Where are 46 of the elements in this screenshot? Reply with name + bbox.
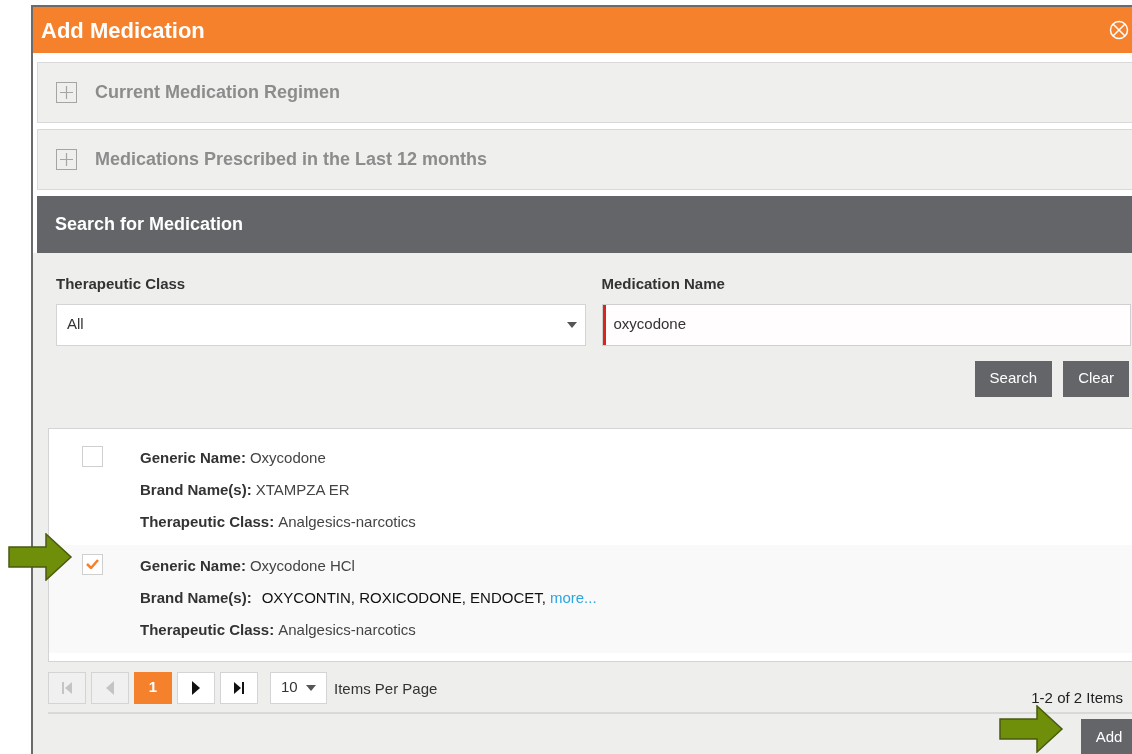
- close-icon[interactable]: [1109, 20, 1129, 40]
- result-value: Oxycodone: [249, 448, 326, 469]
- pointer-arrow-icon: [998, 705, 1064, 753]
- result-value: XTAMPZA ER: [255, 480, 350, 501]
- select-field[interactable]: All: [56, 303, 586, 346]
- pager-button[interactable]: [177, 671, 215, 704]
- last-page-icon: [234, 681, 244, 694]
- result-value: Analgesics-narcotics: [278, 512, 416, 533]
- search-form-button[interactable]: Clear: [1063, 360, 1129, 397]
- dropdown-caret-icon: [306, 684, 316, 691]
- result-label: Therapeutic Class:: [140, 512, 275, 533]
- check-icon: [86, 559, 99, 569]
- accordion-title: Current Medication Regimen: [95, 81, 341, 104]
- result-label: Brand Name(s):: [140, 480, 252, 501]
- dropdown-caret-icon: [566, 321, 577, 328]
- item-count: 1-2 of 2 Items: [1031, 688, 1123, 708]
- plus-box-icon: [56, 82, 77, 103]
- select-value: All: [67, 314, 84, 335]
- field-label: Therapeutic Class: [56, 274, 187, 294]
- page-size-select[interactable]: 10: [270, 671, 327, 704]
- plus-box-icon: [56, 149, 77, 170]
- result-label: Therapeutic Class:: [140, 620, 275, 641]
- pager-button[interactable]: [220, 671, 258, 704]
- next-page-icon: [192, 680, 200, 695]
- page-size-label: Items Per Page: [334, 678, 438, 699]
- pointer-arrow-icon: [7, 533, 73, 581]
- result-label: Generic Name:: [140, 556, 246, 577]
- result-value: OXYCONTIN, ROXICODONE, ENDOCET,: [261, 588, 546, 609]
- dialog-title: Add Medication: [41, 16, 205, 45]
- result-value: Oxycodone HCl: [249, 556, 355, 577]
- text-field[interactable]: oxycodone: [601, 303, 1131, 346]
- first-page-icon: [62, 681, 72, 694]
- result-label: Generic Name:: [140, 448, 246, 469]
- checkbox[interactable]: [82, 553, 103, 575]
- result-label: Brand Name(s):: [140, 588, 252, 609]
- section-title: Search for Medication: [55, 213, 244, 236]
- previous-page-icon: [106, 680, 114, 695]
- result-row[interactable]: Generic Name: Oxycodone HCl Brand Name(s): OXYCONTIN, ROXICODONE, ENDOCET, more... Therapeutic Class: Analgesics-narcotics: [49, 544, 1132, 653]
- add-button[interactable]: Add: [1081, 718, 1132, 754]
- result-value: Analgesics-narcotics: [278, 620, 416, 641]
- field-value: oxycodone: [612, 314, 687, 335]
- search-form-button[interactable]: Search: [974, 360, 1053, 397]
- field-label: Medication Name: [601, 274, 726, 294]
- accordion-title: Medications Prescribed in the Last 12 months: [95, 148, 488, 171]
- checkbox[interactable]: [82, 445, 103, 467]
- page-size-value: 10: [281, 677, 298, 698]
